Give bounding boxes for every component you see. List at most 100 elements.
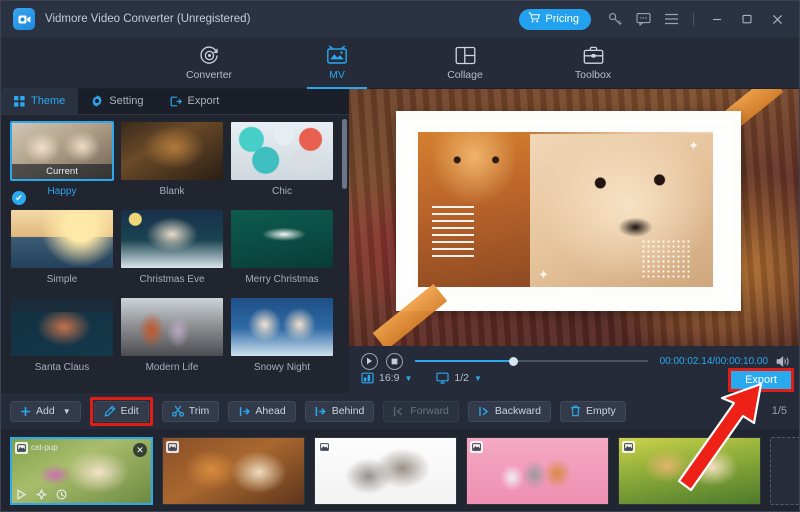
theme-thumbnail-image — [11, 210, 113, 268]
nav-converter[interactable]: Converter — [168, 38, 250, 88]
move-forward-icon — [393, 406, 405, 417]
trim-button[interactable]: Trim — [161, 400, 220, 422]
theme-name-label: Modern Life — [145, 362, 199, 373]
theme-name-label: Snowy Night — [253, 362, 311, 373]
export-button[interactable]: Export — [731, 371, 791, 389]
behind-label: Behind — [331, 405, 365, 417]
theme-item-santa-claus[interactable]: Santa Claus — [9, 297, 115, 383]
add-clip-slot[interactable]: + — [770, 437, 799, 505]
decor-stripes — [432, 206, 474, 260]
minimize-icon[interactable] — [703, 6, 731, 32]
toolbar-divider — [693, 12, 694, 26]
theme-thumbnail-image — [121, 298, 223, 356]
hamburger-menu-icon[interactable] — [658, 6, 684, 32]
seek-knob[interactable] — [508, 356, 518, 366]
stop-button[interactable] — [386, 352, 403, 370]
theme-name-label: Santa Claus — [34, 362, 90, 373]
chevron-down-icon: ▼ — [62, 406, 71, 416]
page-indicator: 1/5 — [771, 405, 787, 417]
maximize-icon[interactable] — [733, 6, 761, 32]
theme-selected-check-icon: ✔ — [12, 191, 26, 205]
seek-fill — [415, 360, 513, 362]
tab-export[interactable]: Export — [157, 88, 233, 114]
theme-panel: Theme Setting Export Current ✔ Happy Bla… — [1, 88, 349, 393]
cart-icon — [528, 12, 541, 26]
clip-duration-icon[interactable] — [56, 489, 67, 500]
theme-item-christmas-eve[interactable]: Christmas Eve — [119, 209, 225, 295]
clip-name-label: cat-pup — [31, 443, 58, 452]
clip-remove-button[interactable]: ✕ — [133, 443, 147, 457]
theme-name-label: Blank — [159, 186, 185, 197]
seek-slider[interactable] — [415, 356, 648, 366]
pricing-label: Pricing — [545, 13, 579, 25]
theme-item-happy[interactable]: Current ✔ Happy — [9, 121, 115, 207]
preview-photo-frame: ✦ ✦ — [396, 111, 741, 311]
edit-icon — [104, 405, 116, 417]
video-preview[interactable]: ✦ ✦ — [349, 89, 799, 346]
app-window: Vidmore Video Converter (Unregistered) P… — [0, 0, 800, 512]
decor-dots — [641, 239, 691, 279]
video-camera-icon — [13, 8, 35, 30]
clip-play-icon[interactable] — [16, 489, 27, 500]
behind-button[interactable]: Behind — [304, 400, 375, 422]
nav-collage[interactable]: Collage — [424, 38, 506, 88]
theme-name-label: Simple — [46, 274, 78, 285]
theme-item-merry-christmas[interactable]: Merry Christmas — [229, 209, 335, 295]
pricing-button[interactable]: Pricing — [519, 8, 591, 30]
clip-thumbnail[interactable] — [618, 437, 761, 505]
theme-name-label: Happy — [47, 186, 77, 197]
add-button[interactable]: Add ▼ — [10, 400, 81, 422]
main-navigation: Converter MV Collage Toolbox — [1, 37, 799, 89]
image-icon — [622, 441, 635, 453]
clip-thumbnail[interactable] — [162, 437, 305, 505]
theme-item-chic[interactable]: Chic — [229, 121, 335, 207]
backward-button[interactable]: Backward — [467, 400, 552, 422]
theme-item-snowy-night[interactable]: Snowy Night — [229, 297, 335, 383]
chevron-down-icon: ▼ — [404, 373, 413, 383]
clip-thumbnail[interactable] — [466, 437, 609, 505]
theme-item-simple[interactable]: Simple — [9, 209, 115, 295]
theme-scrollbar[interactable] — [342, 119, 347, 189]
export-highlight-box: Export — [728, 368, 794, 392]
theme-thumbnail — [10, 297, 114, 357]
close-icon[interactable] — [763, 6, 791, 32]
scale-selector[interactable]: 1/2 ▼ — [436, 372, 482, 384]
plus-icon — [20, 406, 31, 417]
tab-setting-label: Setting — [109, 95, 144, 107]
empty-button[interactable]: Empty — [560, 400, 626, 422]
app-title: Vidmore Video Converter (Unregistered) — [45, 13, 251, 25]
clip-filmstrip: cat-pup ✕ + — [1, 429, 799, 511]
ahead-button[interactable]: Ahead — [228, 400, 296, 422]
clip-thumbnail[interactable] — [314, 437, 457, 505]
image-icon — [470, 441, 483, 453]
clip-action-toolbar: Add ▼ Edit Trim Ahead Behind Forward Backward Em… — [1, 393, 799, 429]
panel-tab-bar: Theme Setting Export — [1, 88, 349, 115]
aspect-ratio-selector[interactable]: 16:9 ▼ — [361, 372, 412, 384]
empty-label: Empty — [586, 405, 616, 417]
tab-theme[interactable]: Theme — [1, 88, 79, 114]
volume-icon[interactable] — [776, 355, 791, 368]
theme-thumbnail-image — [231, 122, 333, 180]
current-theme-badge: Current — [12, 164, 112, 179]
chevron-down-icon: ▼ — [473, 373, 482, 383]
key-icon[interactable] — [602, 6, 628, 32]
theme-item-modern-life[interactable]: Modern Life — [119, 297, 225, 383]
time-display: 00:00:02.14/00:00:10.00 — [659, 355, 768, 367]
add-label: Add — [36, 405, 55, 417]
trash-icon — [570, 405, 581, 417]
backward-label: Backward — [494, 405, 542, 417]
nav-toolbox[interactable]: Toolbox — [552, 38, 634, 88]
theme-item-blank[interactable]: Blank — [119, 121, 225, 207]
scissors-icon — [171, 405, 184, 417]
edit-button[interactable]: Edit — [93, 400, 149, 422]
collage-icon — [455, 44, 476, 66]
trim-label: Trim — [188, 405, 210, 417]
nav-toolbox-label: Toolbox — [574, 69, 612, 81]
feedback-icon[interactable] — [630, 6, 656, 32]
nav-mv[interactable]: MV — [296, 38, 378, 89]
nav-mv-label: MV — [329, 69, 345, 81]
play-button[interactable] — [361, 352, 378, 370]
clip-thumbnail[interactable]: cat-pup ✕ — [10, 437, 153, 505]
tab-setting[interactable]: Setting — [78, 88, 156, 114]
clip-effect-icon[interactable] — [36, 489, 47, 500]
